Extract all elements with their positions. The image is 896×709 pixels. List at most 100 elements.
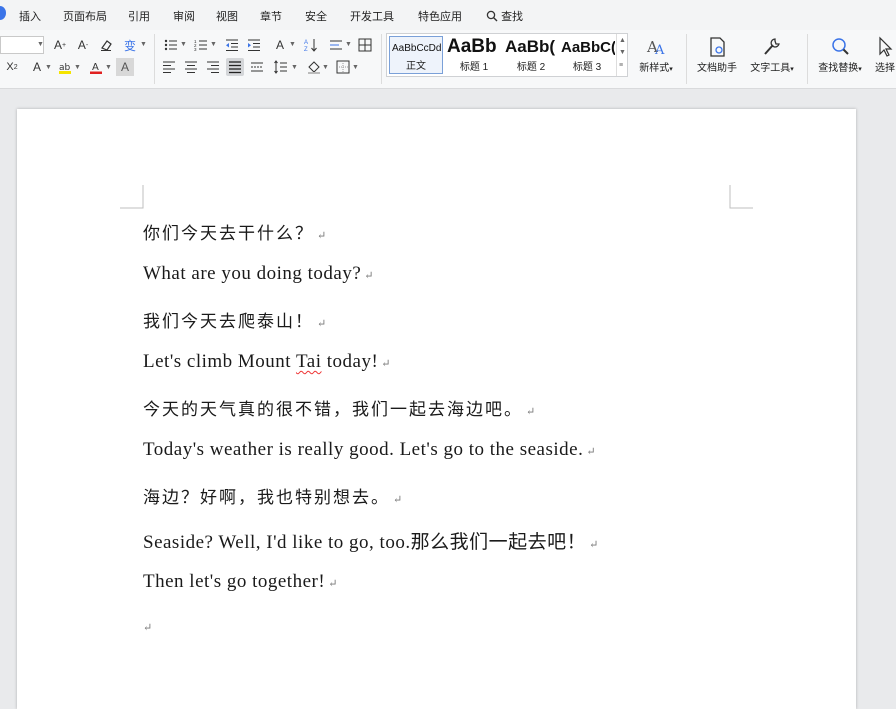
menu-insert[interactable]: 插入	[19, 8, 41, 24]
doc-assistant-button[interactable]: 文档助手	[694, 36, 740, 74]
menu-developer[interactable]: 开发工具	[350, 8, 394, 24]
paragraph-8[interactable]: Seaside? Well, I'd like to go, too.那么我们一…	[143, 527, 599, 554]
paragraph-3[interactable]: 我们今天去爬泰山！ ↵	[143, 307, 328, 332]
chevron-down-icon: ▼	[140, 41, 147, 48]
style-normal[interactable]: AaBbCcDd 正文	[389, 36, 443, 74]
paragraph-6[interactable]: Today's weather is really good. Let's go…	[143, 439, 596, 461]
borders-icon	[336, 60, 350, 74]
select-button[interactable]: 选择	[874, 36, 896, 74]
menu-chapter[interactable]: 章节	[260, 8, 282, 24]
shrink-font-button[interactable]: A-	[74, 36, 92, 54]
gallery-scroll[interactable]: ▲ ▼ ≡	[616, 34, 628, 76]
chevron-down-icon: ▼	[289, 41, 296, 48]
paragraph-1[interactable]: 你们今天去干什么？ ↵	[143, 219, 328, 244]
clear-format-button[interactable]	[97, 36, 115, 54]
decrease-indent-button[interactable]	[223, 36, 241, 54]
search-label: 查找	[501, 11, 524, 23]
style-preview: AaBb(	[505, 37, 556, 56]
sort-button[interactable]: AZ	[302, 36, 320, 54]
highlight-button[interactable]: ab	[56, 58, 74, 76]
line-spacing-icon	[274, 60, 287, 74]
doc-assistant-label: 文档助手	[697, 63, 737, 74]
align-center-button[interactable]	[182, 58, 200, 76]
chevron-down-icon: ▼	[45, 64, 52, 71]
style-preview: AaBbCcDd	[392, 43, 442, 54]
search-icon	[486, 10, 498, 22]
search-icon	[832, 38, 849, 55]
chevron-down-icon: ▼	[291, 64, 298, 71]
app-logo-icon[interactable]	[0, 6, 6, 20]
svg-text:A: A	[92, 62, 99, 73]
chevron-down-icon: ▼	[322, 64, 329, 71]
borders-button[interactable]	[334, 58, 352, 76]
chevron-down-icon: ▼	[74, 64, 81, 71]
spelling-error-word[interactable]: Tai	[296, 351, 322, 372]
phonetic-guide-button[interactable]: 变	[121, 36, 139, 54]
menu-bar: 插入 页面布局 引用 审阅 视图 章节 安全 开发工具 特色应用 查找	[0, 0, 896, 30]
chevron-down-icon: ▼	[345, 41, 352, 48]
menu-special[interactable]: 特色应用	[418, 8, 462, 24]
paragraph-7[interactable]: 海边？好啊，我也特别想去。 ↵	[143, 483, 404, 508]
margin-corner-mark	[729, 185, 753, 209]
menu-search[interactable]: 查找	[486, 8, 523, 24]
style-preview: AaBb	[447, 36, 497, 57]
paragraph-4[interactable]: Let's climb Mount Tai today! ↵	[143, 351, 391, 373]
paragraph-mark: ↵	[393, 493, 405, 506]
find-replace-button[interactable]: 查找替换▾	[815, 36, 865, 74]
menu-references[interactable]: 引用	[128, 8, 150, 24]
align-left-button[interactable]	[160, 58, 178, 76]
spacing-icon	[330, 40, 342, 50]
menu-view[interactable]: 视图	[216, 8, 238, 24]
distributed-align-button[interactable]	[248, 58, 266, 76]
document-canvas[interactable]: 你们今天去干什么？ ↵ What are you doing today? ↵ 我们…	[0, 89, 896, 709]
menu-review[interactable]: 审阅	[173, 8, 195, 24]
paragraph-9[interactable]: Then let's go together! ↵	[143, 571, 338, 593]
subscript-button[interactable]: X2	[3, 58, 21, 76]
doc-assistant-icon	[710, 37, 725, 57]
more-styles-icon: ≡	[619, 62, 624, 69]
shading-button[interactable]	[305, 58, 323, 76]
align-right-button[interactable]	[204, 58, 222, 76]
style-heading-2[interactable]: AaBb( 标题 2	[503, 36, 559, 74]
distributed-icon	[251, 62, 263, 72]
font-color-button[interactable]: A	[87, 58, 105, 76]
paragraph-10-empty[interactable]: ↵	[143, 615, 153, 637]
new-style-button[interactable]: AA 新样式▾	[634, 36, 678, 74]
style-name: 标题 3	[572, 62, 602, 73]
increase-indent-button[interactable]	[245, 36, 263, 54]
table-insert-button[interactable]	[356, 36, 374, 54]
numbered-list-icon: 123	[194, 39, 207, 52]
text-direction-button[interactable]: A	[271, 36, 289, 54]
char-shading-button[interactable]: A	[116, 58, 134, 76]
paragraph-2[interactable]: What are you doing today? ↵	[143, 263, 374, 285]
line-spacing-button[interactable]	[272, 58, 290, 76]
font-size-select[interactable]: ▼	[0, 36, 44, 54]
text-tools-label: 文字工具▾	[750, 63, 794, 74]
text-effect-button[interactable]: A	[28, 58, 46, 76]
style-heading-3[interactable]: AaBbC( 标题 3	[559, 36, 615, 74]
justify-icon	[229, 61, 241, 74]
chevron-down-icon: ▼	[37, 41, 44, 48]
text-tools-button[interactable]: 文字工具▾	[746, 36, 798, 74]
svg-text:A: A	[304, 40, 308, 46]
margin-corner-mark	[120, 185, 144, 209]
chevron-down-icon: ▼	[352, 64, 359, 71]
style-name: 标题 1	[459, 62, 489, 73]
bullet-list-button[interactable]	[162, 36, 180, 54]
ribbon-separator	[807, 34, 808, 84]
line-spacing-shortcut-button[interactable]	[327, 36, 345, 54]
style-name: 标题 2	[516, 62, 546, 73]
menu-security[interactable]: 安全	[305, 8, 327, 24]
grow-font-button[interactable]: A +	[51, 36, 69, 54]
svg-text:Z: Z	[304, 47, 308, 52]
highlighter-icon: ab	[59, 63, 71, 74]
menu-page-layout[interactable]: 页面布局	[63, 8, 107, 24]
numbered-list-button[interactable]: 123	[192, 36, 210, 54]
cursor-arrow-icon	[879, 36, 893, 57]
document-page[interactable]: 你们今天去干什么？ ↵ What are you doing today? ↵ 我们…	[17, 109, 856, 709]
paragraph-5[interactable]: 今天的天气真的很不错，我们一起去海边吧。 ↵	[143, 395, 537, 420]
justify-button[interactable]	[226, 58, 244, 76]
ribbon-toolbar: ▼ A + A- 变 ▼ X2 A ▼ ab ▼ A ▼ A ▼ 123 ▼ A …	[0, 30, 896, 89]
styles-gallery: AaBbCcDd 正文 AaBb 标题 1 AaBb( 标题 2 AaBbC( …	[386, 33, 628, 77]
style-heading-1[interactable]: AaBb 标题 1	[445, 36, 503, 74]
